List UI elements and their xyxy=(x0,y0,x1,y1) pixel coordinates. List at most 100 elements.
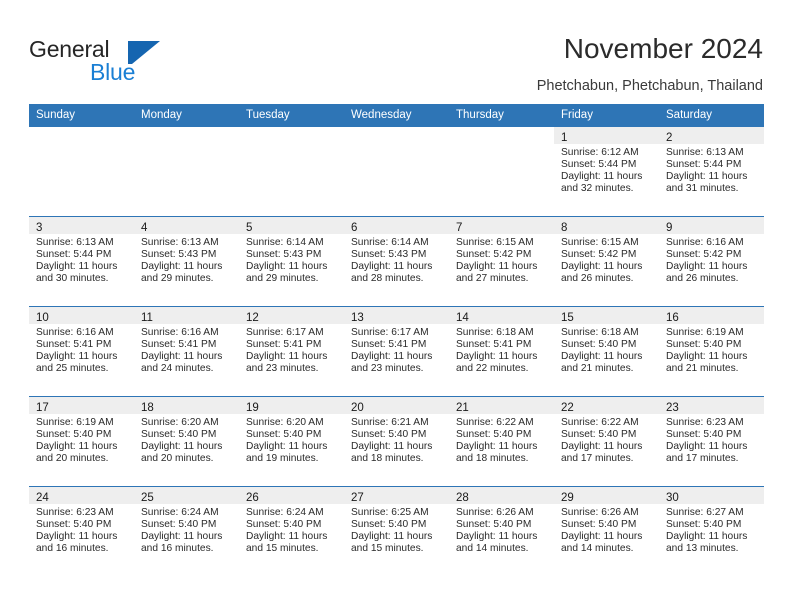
weekday-header-wednesday: Wednesday xyxy=(344,104,449,127)
calendar-day-cell[interactable]: 13 Sunrise: 6:17 AM Sunset: 5:41 PM Dayligh… xyxy=(344,306,449,397)
day-cell-content: 8 Sunrise: 6:15 AM Sunset: 5:42 PM Daylight… xyxy=(554,217,659,306)
daylight-duration-line2: and 20 minutes. xyxy=(36,453,109,465)
daylight-duration-line2: and 19 minutes. xyxy=(246,453,319,465)
calendar-day-cell[interactable]: 18 Sunrise: 6:20 AM Sunset: 5:40 PM Dayligh… xyxy=(134,396,239,487)
day-sun-info: Sunrise: 6:20 AM Sunset: 5:40 PM Daylight:… xyxy=(239,414,344,465)
day-number: 27 xyxy=(351,492,364,504)
day-cell-content: 16 Sunrise: 6:19 AM Sunset: 5:40 PM Dayligh… xyxy=(659,307,764,396)
day-cell-content: 28 Sunrise: 6:26 AM Sunset: 5:40 PM Dayligh… xyxy=(449,487,554,576)
sunrise-time: Sunrise: 6:18 AM xyxy=(561,327,639,338)
sunset-time: Sunset: 5:40 PM xyxy=(561,339,637,351)
sunrise-time: Sunrise: 6:24 AM xyxy=(141,507,219,518)
sunset-time: Sunset: 5:40 PM xyxy=(246,429,322,441)
calendar-day-cell[interactable]: 29 Sunrise: 6:26 AM Sunset: 5:40 PM Dayligh… xyxy=(554,486,659,576)
day-sun-info: Sunrise: 6:27 AM Sunset: 5:40 PM Daylight:… xyxy=(659,504,764,555)
daylight-duration-line1: Daylight: 11 hours xyxy=(666,261,748,273)
sunset-time: Sunset: 5:40 PM xyxy=(141,519,217,531)
sunset-time: Sunset: 5:40 PM xyxy=(666,339,742,351)
daylight-duration-line1: Daylight: 11 hours xyxy=(456,261,538,273)
daylight-duration-line1: Daylight: 11 hours xyxy=(561,531,643,543)
day-cell-content: 13 Sunrise: 6:17 AM Sunset: 5:41 PM Dayligh… xyxy=(344,307,449,396)
calendar-day-cell[interactable]: 5 Sunrise: 6:14 AM Sunset: 5:43 PM Daylight… xyxy=(239,216,344,307)
calendar-day-cell[interactable]: 6 Sunrise: 6:14 AM Sunset: 5:43 PM Daylight… xyxy=(344,216,449,307)
day-sun-info: Sunrise: 6:17 AM Sunset: 5:41 PM Daylight:… xyxy=(344,324,449,375)
calendar-day-cell[interactable]: 26 Sunrise: 6:24 AM Sunset: 5:40 PM Dayligh… xyxy=(239,486,344,576)
sunrise-time: Sunrise: 6:13 AM xyxy=(36,237,114,248)
day-sun-info: Sunrise: 6:13 AM Sunset: 5:44 PM Daylight:… xyxy=(29,234,134,285)
daylight-duration-line1: Daylight: 11 hours xyxy=(666,441,748,453)
brand-logo[interactable]: General Blue xyxy=(29,36,199,88)
calendar-day-cell[interactable]: 9 Sunrise: 6:16 AM Sunset: 5:42 PM Daylight… xyxy=(659,216,764,307)
day-number-band xyxy=(449,127,554,144)
day-cell-content: 9 Sunrise: 6:16 AM Sunset: 5:42 PM Daylight… xyxy=(659,217,764,306)
calendar-day-cell[interactable]: 24 Sunrise: 6:23 AM Sunset: 5:40 PM Dayligh… xyxy=(29,486,134,576)
calendar-day-cell[interactable]: 25 Sunrise: 6:24 AM Sunset: 5:40 PM Dayligh… xyxy=(134,486,239,576)
calendar-day-cell[interactable]: 15 Sunrise: 6:18 AM Sunset: 5:40 PM Dayligh… xyxy=(554,306,659,397)
daylight-duration-line2: and 18 minutes. xyxy=(351,453,424,465)
calendar-day-cell[interactable]: 27 Sunrise: 6:25 AM Sunset: 5:40 PM Dayligh… xyxy=(344,486,449,576)
day-sun-info: Sunrise: 6:16 AM Sunset: 5:41 PM Daylight:… xyxy=(134,324,239,375)
sunrise-time: Sunrise: 6:23 AM xyxy=(36,507,114,518)
calendar-day-cell[interactable]: 12 Sunrise: 6:17 AM Sunset: 5:41 PM Dayligh… xyxy=(239,306,344,397)
calendar-day-cell[interactable]: 19 Sunrise: 6:20 AM Sunset: 5:40 PM Dayligh… xyxy=(239,396,344,487)
daylight-duration-line2: and 16 minutes. xyxy=(141,543,214,555)
day-sun-info: Sunrise: 6:23 AM Sunset: 5:40 PM Daylight:… xyxy=(659,414,764,465)
day-sun-info: Sunrise: 6:26 AM Sunset: 5:40 PM Daylight:… xyxy=(449,504,554,555)
sunrise-time: Sunrise: 6:17 AM xyxy=(246,327,324,338)
calendar-day-cell[interactable]: 23 Sunrise: 6:23 AM Sunset: 5:40 PM Dayligh… xyxy=(659,396,764,487)
day-cell-content: 14 Sunrise: 6:18 AM Sunset: 5:41 PM Dayligh… xyxy=(449,307,554,396)
day-number: 3 xyxy=(36,222,43,234)
day-number-band: 17 xyxy=(29,397,134,414)
daylight-duration-line2: and 16 minutes. xyxy=(36,543,109,555)
calendar-day-cell[interactable]: 14 Sunrise: 6:18 AM Sunset: 5:41 PM Dayligh… xyxy=(449,306,554,397)
weekday-header-monday: Monday xyxy=(134,104,239,127)
calendar-day-cell[interactable]: 10 Sunrise: 6:16 AM Sunset: 5:41 PM Dayligh… xyxy=(29,306,134,397)
daylight-duration-line1: Daylight: 11 hours xyxy=(141,441,223,453)
day-number-band xyxy=(134,127,239,144)
day-cell-content: 7 Sunrise: 6:15 AM Sunset: 5:42 PM Daylight… xyxy=(449,217,554,306)
daylight-duration-line1: Daylight: 11 hours xyxy=(141,351,223,363)
daylight-duration-line2: and 28 minutes. xyxy=(351,273,424,285)
day-number-band: 25 xyxy=(134,487,239,504)
daylight-duration-line2: and 25 minutes. xyxy=(36,363,109,375)
day-number: 20 xyxy=(351,402,364,414)
day-number-band xyxy=(239,127,344,144)
day-number-band: 1 xyxy=(554,127,659,144)
daylight-duration-line2: and 23 minutes. xyxy=(246,363,319,375)
day-cell-content: 18 Sunrise: 6:20 AM Sunset: 5:40 PM Dayligh… xyxy=(134,397,239,486)
calendar-day-cell[interactable]: 8 Sunrise: 6:15 AM Sunset: 5:42 PM Daylight… xyxy=(554,216,659,307)
day-cell-content: 5 Sunrise: 6:14 AM Sunset: 5:43 PM Daylight… xyxy=(239,217,344,306)
day-number: 12 xyxy=(246,312,259,324)
calendar-day-cell[interactable]: 2 Sunrise: 6:13 AM Sunset: 5:44 PM Daylight… xyxy=(659,127,764,217)
sunrise-time: Sunrise: 6:17 AM xyxy=(351,327,429,338)
logo-triangle-shape xyxy=(132,41,160,64)
calendar-day-cell[interactable]: 28 Sunrise: 6:26 AM Sunset: 5:40 PM Dayligh… xyxy=(449,486,554,576)
calendar-day-cell[interactable]: 4 Sunrise: 6:13 AM Sunset: 5:43 PM Daylight… xyxy=(134,216,239,307)
day-cell-content: 3 Sunrise: 6:13 AM Sunset: 5:44 PM Daylight… xyxy=(29,217,134,306)
calendar-day-cell[interactable]: 17 Sunrise: 6:19 AM Sunset: 5:40 PM Dayligh… xyxy=(29,396,134,487)
calendar-day-cell[interactable]: 20 Sunrise: 6:21 AM Sunset: 5:40 PM Dayligh… xyxy=(344,396,449,487)
sunrise-time: Sunrise: 6:22 AM xyxy=(456,417,534,428)
calendar-day-cell[interactable]: 22 Sunrise: 6:22 AM Sunset: 5:40 PM Dayligh… xyxy=(554,396,659,487)
calendar-day-cell[interactable]: 1 Sunrise: 6:12 AM Sunset: 5:44 PM Daylight… xyxy=(554,127,659,217)
calendar-day-cell[interactable]: 16 Sunrise: 6:19 AM Sunset: 5:40 PM Dayligh… xyxy=(659,306,764,397)
sunrise-time: Sunrise: 6:19 AM xyxy=(666,327,744,338)
daylight-duration-line2: and 26 minutes. xyxy=(561,273,634,285)
calendar-day-cell[interactable]: 7 Sunrise: 6:15 AM Sunset: 5:42 PM Daylight… xyxy=(449,216,554,307)
day-number-band: 26 xyxy=(239,487,344,504)
calendar-day-cell[interactable]: 3 Sunrise: 6:13 AM Sunset: 5:44 PM Daylight… xyxy=(29,216,134,307)
weekday-header-saturday: Saturday xyxy=(659,104,764,127)
day-number-band: 27 xyxy=(344,487,449,504)
day-cell-content: 11 Sunrise: 6:16 AM Sunset: 5:41 PM Dayligh… xyxy=(134,307,239,396)
calendar-body: 1 Sunrise: 6:12 AM Sunset: 5:44 PM Daylight… xyxy=(29,127,764,576)
calendar-page: General Blue November 2024 Phetchabun, P… xyxy=(0,0,792,612)
calendar-day-cell[interactable]: 30 Sunrise: 6:27 AM Sunset: 5:40 PM Dayligh… xyxy=(659,486,764,576)
daylight-duration-line1: Daylight: 11 hours xyxy=(246,261,328,273)
weekday-header-thursday: Thursday xyxy=(449,104,554,127)
calendar-day-cell[interactable]: 21 Sunrise: 6:22 AM Sunset: 5:40 PM Dayligh… xyxy=(449,396,554,487)
day-number: 14 xyxy=(456,312,469,324)
page-header: General Blue November 2024 Phetchabun, P… xyxy=(0,0,792,100)
day-cell-content: 25 Sunrise: 6:24 AM Sunset: 5:40 PM Dayligh… xyxy=(134,487,239,576)
day-cell-content: 17 Sunrise: 6:19 AM Sunset: 5:40 PM Dayligh… xyxy=(29,397,134,486)
calendar-day-cell[interactable]: 11 Sunrise: 6:16 AM Sunset: 5:41 PM Dayligh… xyxy=(134,306,239,397)
